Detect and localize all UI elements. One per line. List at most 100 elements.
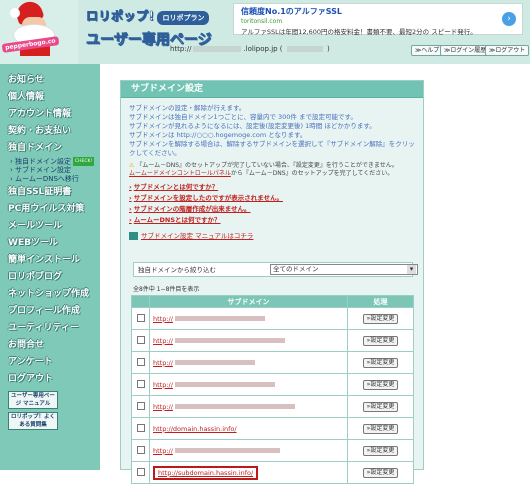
url-prefix: http://: [170, 45, 192, 53]
subdomain-table: サブドメイン 処理 http:// »設定変更 http:// »設定変更 ht…: [131, 295, 414, 484]
faq-link-not-displayed[interactable]: › サブドメインを設定したのですが表示されません。: [121, 193, 423, 204]
subdomain-link[interactable]: http://: [153, 403, 173, 411]
row-checkbox[interactable]: [136, 335, 145, 344]
mascot-image: pepperbogo.co: [0, 0, 78, 64]
subdomain-link[interactable]: http://: [153, 447, 173, 455]
ad-title[interactable]: 信頼度No.1のアルファSSL: [241, 6, 342, 17]
settings-change-button[interactable]: »設定変更: [362, 335, 399, 346]
settings-change-button[interactable]: »設定変更: [362, 313, 399, 324]
sidebar-sub-subdomain-setting[interactable]: › サブドメイン設定: [0, 166, 100, 175]
faq-link-hierarchy[interactable]: › サブドメインの階層作成が出来ません。: [121, 204, 423, 215]
intro-line: サブドメインの設定・解除が行えます。: [129, 104, 246, 112]
filter-label: 独自ドメインから絞り込む: [138, 266, 216, 274]
result-count: 全8件中 1−8件目を表示: [133, 286, 200, 293]
url-suffix: .lolipop.jp: [243, 45, 278, 53]
settings-change-button[interactable]: »設定変更: [362, 423, 399, 434]
header-subdomain: サブドメイン: [149, 295, 348, 308]
header: pepperbogo.co ロリポップ! ロリポプラン ユーザー専用ページ 信頼度…: [0, 0, 530, 64]
table-header: サブドメイン 処理: [131, 295, 414, 308]
new-badge: CHECK!: [73, 157, 95, 166]
row-checkbox[interactable]: [136, 357, 145, 366]
subdomain-link[interactable]: http://domain.hassin.info/: [153, 425, 237, 433]
panel-title: サブドメイン設定: [121, 81, 423, 98]
warning-text-2: から『ムーム－DNS』のセットアップを完了してください。: [230, 170, 394, 177]
sidebar-item-contract-payment[interactable]: 契約・お支払い: [0, 123, 100, 140]
site-logo[interactable]: ロリポップ! ロリポプラン ユーザー専用ページ: [86, 7, 212, 49]
table-row: http:// »設定変更: [131, 351, 414, 374]
row-checkbox[interactable]: [136, 313, 145, 322]
sidebar-item-survey[interactable]: アンケート: [0, 354, 100, 371]
subdomain-link[interactable]: http://: [153, 381, 173, 389]
row-checkbox[interactable]: [136, 423, 145, 432]
sidebar-item-mail-tools[interactable]: メールツール: [0, 218, 100, 235]
row-checkbox[interactable]: [136, 401, 145, 410]
url-redacted: [174, 404, 295, 409]
sidebar-item-logout[interactable]: ログアウト: [0, 371, 100, 388]
sidebar-item-netshop[interactable]: ネットショップ作成: [0, 286, 100, 303]
manual-button[interactable]: ユーザー専用ページ マニュアル: [8, 391, 58, 409]
intro-line: サブドメインを解除する場合は、解除するサブドメインを選択して『サブドメイン解除』…: [129, 140, 415, 157]
url-redacted: [174, 338, 285, 343]
intro-line: サブドメインは http://○○○.hogemoge.com となります。: [129, 131, 307, 139]
sidebar-sub-muumuu-dns[interactable]: › ムームーDNSへ移行: [0, 175, 100, 184]
faq-link-muumuu-dns[interactable]: › ムームーDNSとは何ですか？: [121, 215, 423, 226]
row-checkbox[interactable]: [136, 445, 145, 454]
ad-banner[interactable]: 信頼度No.1のアルファSSL toritonsil.com アルファSSLは年…: [233, 3, 523, 36]
table-row: http:// »設定変更: [131, 373, 414, 396]
settings-change-button[interactable]: »設定変更: [362, 445, 399, 456]
sidebar-item-easy-install[interactable]: 簡単インストール: [0, 252, 100, 269]
table-row: http:// »設定変更: [131, 395, 414, 418]
sidebar-item-account-info[interactable]: アカウント情報: [0, 106, 100, 123]
settings-change-button[interactable]: »設定変更: [362, 357, 399, 368]
domain-filter-select[interactable]: 全てのドメイン: [270, 264, 418, 275]
logout-button[interactable]: ≫ログアウト: [485, 45, 530, 56]
row-checkbox[interactable]: [136, 467, 145, 476]
table-row: http:// »設定変更: [131, 439, 414, 462]
faq-link-what-is-subdomain[interactable]: › サブドメインとは何ですか？: [121, 182, 423, 193]
logo-badge: ロリポプラン: [157, 11, 210, 25]
manual-link[interactable]: サブドメイン設定 マニュアルはコチラ: [121, 226, 423, 244]
url-redacted: [174, 382, 275, 387]
url-redacted: [193, 46, 242, 52]
sidebar-item-news[interactable]: お知らせ: [0, 72, 100, 89]
table-row: http://domain.hassin.info/ »設定変更: [131, 417, 414, 440]
faq-button[interactable]: ロリポップ！よくある質問集: [8, 412, 58, 430]
table-row: http://subdomain.hassin.info/ »設定変更: [131, 461, 414, 484]
ad-description: アルファSSLは年間12,600円の格安料金！書類不要、最短2分の スピード発行…: [241, 28, 477, 36]
settings-change-button[interactable]: »設定変更: [362, 467, 399, 478]
sidebar-item-antivirus[interactable]: PC用ウイルス対策: [0, 201, 100, 218]
sidebar-sub-own-domain-setting[interactable]: › 独自ドメイン設定 CHECK!: [0, 157, 100, 166]
url-redacted: [174, 448, 280, 453]
help-button[interactable]: ≫ヘルプ: [411, 45, 444, 56]
sidebar-item-web-tools[interactable]: WEBツール: [0, 235, 100, 252]
sidebar-item-blog[interactable]: ロリポブログ: [0, 269, 100, 286]
login-history-button[interactable]: ≫ログイン履歴: [440, 45, 491, 56]
sidebar-item-profile[interactable]: プロフィール作成: [0, 303, 100, 320]
settings-change-button[interactable]: »設定変更: [362, 379, 399, 390]
domain-filter: 独自ドメインから絞り込む 全てのドメイン: [133, 262, 418, 277]
santa-pom-icon: [10, 8, 20, 18]
url-redacted: [174, 360, 255, 365]
intro-text: サブドメインの設定・解除が行えます。 サブドメインは独自ドメイン1つごとに、容量…: [121, 98, 423, 158]
table-row: http:// »設定変更: [131, 307, 414, 330]
subdomain-link[interactable]: http://: [153, 315, 173, 323]
intro-line: サブドメインは独自ドメイン1つごとに、容量内で 300件 まで設定可能です。: [129, 113, 357, 121]
muumuu-control-panel-link[interactable]: ムームードメインコントロールパネル: [129, 170, 231, 177]
row-checkbox[interactable]: [136, 379, 145, 388]
sidebar-item-ssl[interactable]: 独自SSL証明書: [0, 184, 100, 201]
header-action: 処理: [347, 295, 414, 308]
warning-text: 『ムーム－DNS』のセットアップが完了していない場合、『設定変更』を行うことがで…: [136, 162, 398, 169]
table-row: http:// »設定変更: [131, 329, 414, 352]
settings-change-button[interactable]: »設定変更: [362, 401, 399, 412]
sidebar-item-contact[interactable]: お問合せ: [0, 337, 100, 354]
sidebar-item-personal-info[interactable]: 個人情報: [0, 89, 100, 106]
sidebar: お知らせ 個人情報 アカウント情報 契約・お支払い 独自ドメイン › 独自ドメイ…: [0, 64, 100, 470]
sidebar-item-own-domain[interactable]: 独自ドメイン: [0, 140, 100, 157]
ad-arrow-icon[interactable]: ›: [502, 12, 516, 26]
sidebar-item-utility[interactable]: ユーティリティー: [0, 320, 100, 337]
url-redacted-2: [286, 46, 323, 52]
highlight-box: http://subdomain.hassin.info/: [153, 465, 259, 480]
subdomain-link[interactable]: http://: [153, 359, 173, 367]
manual-icon: [129, 232, 138, 240]
subdomain-link[interactable]: http://: [153, 337, 173, 345]
